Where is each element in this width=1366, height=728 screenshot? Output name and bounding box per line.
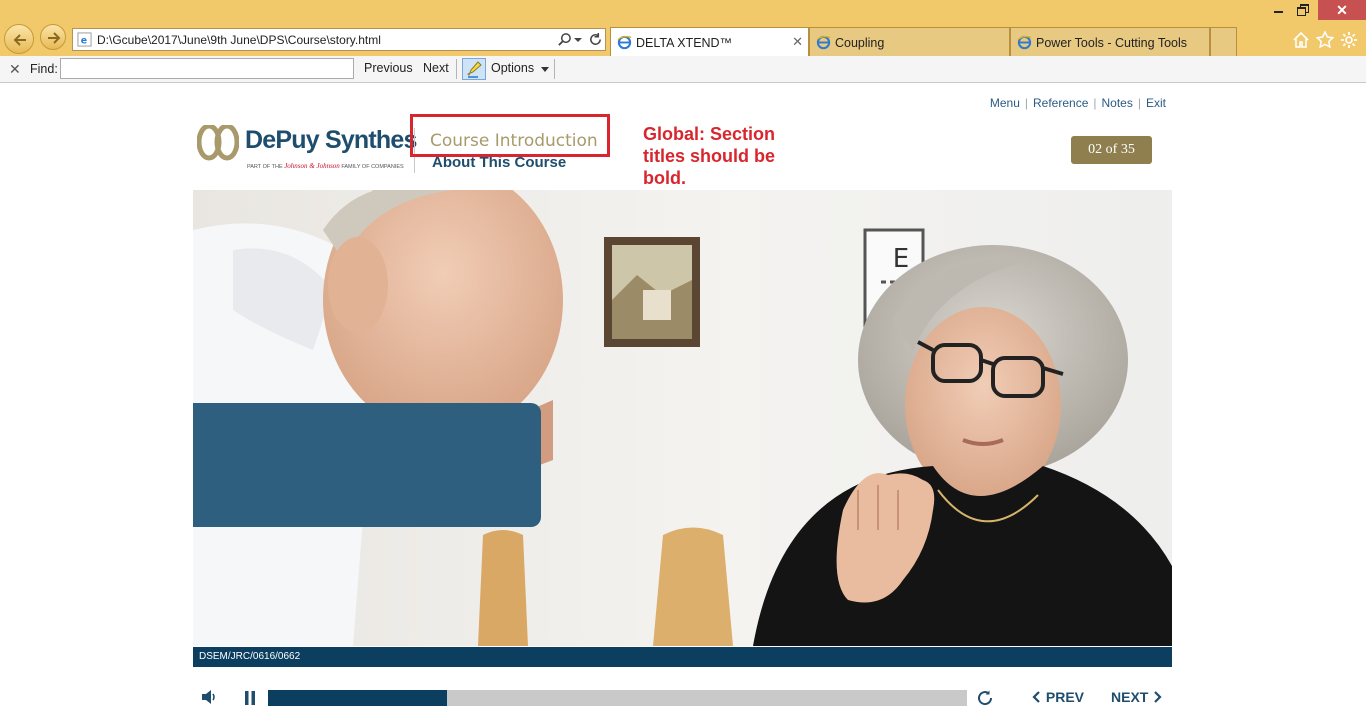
tab-label: Power Tools - Cutting Tools (1036, 36, 1188, 50)
tab-label: DELTA XTEND™ (636, 36, 733, 50)
chevron-right-icon (1154, 691, 1162, 703)
settings-gear-icon[interactable] (1340, 31, 1358, 49)
window-close-button[interactable]: ✕ (1318, 0, 1366, 20)
forward-button[interactable] (40, 24, 66, 50)
find-input[interactable] (60, 58, 354, 79)
forward-arrow-icon (48, 32, 61, 44)
document-code: DSEM/JRC/0616/0662 (199, 651, 301, 662)
prev-button[interactable]: PREV (1032, 689, 1084, 705)
next-button[interactable]: NEXT (1111, 689, 1162, 705)
menu-link[interactable]: Menu (990, 96, 1020, 110)
course-footer-strip: DSEM/JRC/0616/0662 (193, 647, 1172, 667)
address-url[interactable]: D:\Gcube\2017\June\9th June\DPS\Course\s… (97, 33, 381, 47)
chevron-left-icon (1032, 691, 1040, 703)
review-annotation: Global: Section titles should be bold. (643, 124, 776, 188)
ie-icon (1017, 35, 1032, 50)
review-highlight-box (410, 114, 610, 157)
ie-page-icon: e (77, 32, 92, 47)
refresh-icon[interactable] (588, 32, 603, 47)
find-close-icon[interactable]: ✕ (9, 61, 21, 78)
address-bar[interactable]: e D:\Gcube\2017\June\9th June\DPS\Course… (72, 28, 606, 51)
replay-icon[interactable] (976, 689, 994, 707)
search-icon[interactable] (557, 32, 572, 47)
reference-link[interactable]: Reference (1033, 96, 1088, 110)
logo-tagline: PART OF THE Johnson & Johnson FAMILY OF … (247, 162, 404, 170)
favorites-star-icon[interactable] (1316, 31, 1334, 48)
chevron-down-icon[interactable] (541, 67, 549, 72)
tab-power-tools[interactable]: Power Tools - Cutting Tools (1010, 27, 1210, 56)
find-label: Find: (30, 62, 58, 76)
page-counter-badge: 02 of 35 (1071, 136, 1152, 164)
notes-link[interactable]: Notes (1102, 96, 1133, 110)
find-separator (456, 59, 457, 79)
seek-progress-fill (268, 690, 447, 706)
find-separator (554, 59, 555, 79)
pause-icon[interactable] (242, 690, 258, 706)
svg-text:E: E (893, 244, 909, 274)
next-label: NEXT (1111, 689, 1149, 705)
highlighter-icon (467, 61, 482, 78)
tab-label: Coupling (835, 36, 885, 50)
seek-bar[interactable] (268, 690, 967, 706)
tab-close-icon[interactable]: ✕ (792, 34, 803, 50)
window-minimize-button[interactable] (1266, 0, 1292, 20)
address-dropdown-icon[interactable] (574, 38, 582, 42)
new-tab-button[interactable] (1210, 27, 1237, 56)
find-previous-button[interactable]: Previous (364, 61, 413, 75)
find-next-button[interactable]: Next (423, 61, 449, 75)
course-top-links: Menu | Reference | Notes | Exit (989, 96, 1166, 110)
depuy-synthes-logo: DePuy Synthes PART OF THE Johnson & John… (197, 124, 417, 176)
home-icon[interactable] (1292, 31, 1310, 48)
ie-icon (617, 35, 632, 50)
tab-delta-xtend[interactable]: DELTA XTEND™ ✕ (610, 27, 809, 56)
back-arrow-icon (13, 34, 26, 46)
window-restore-button[interactable] (1290, 0, 1316, 20)
exit-link[interactable]: Exit (1146, 96, 1166, 110)
prev-label: PREV (1045, 689, 1085, 705)
caption-panel (193, 403, 541, 527)
logo-mark-icon (197, 125, 239, 161)
highlight-matches-button[interactable] (462, 58, 486, 80)
tab-coupling[interactable]: Coupling (809, 27, 1010, 56)
volume-icon[interactable] (200, 689, 218, 705)
find-bar: ✕ Find: Previous Next Options (0, 56, 1366, 83)
find-options-button[interactable]: Options (491, 61, 534, 75)
svg-text:e: e (81, 35, 87, 46)
ie-icon (816, 35, 831, 50)
back-button[interactable] (4, 24, 34, 54)
logo-brand-text: DePuy Synthes (245, 126, 417, 154)
